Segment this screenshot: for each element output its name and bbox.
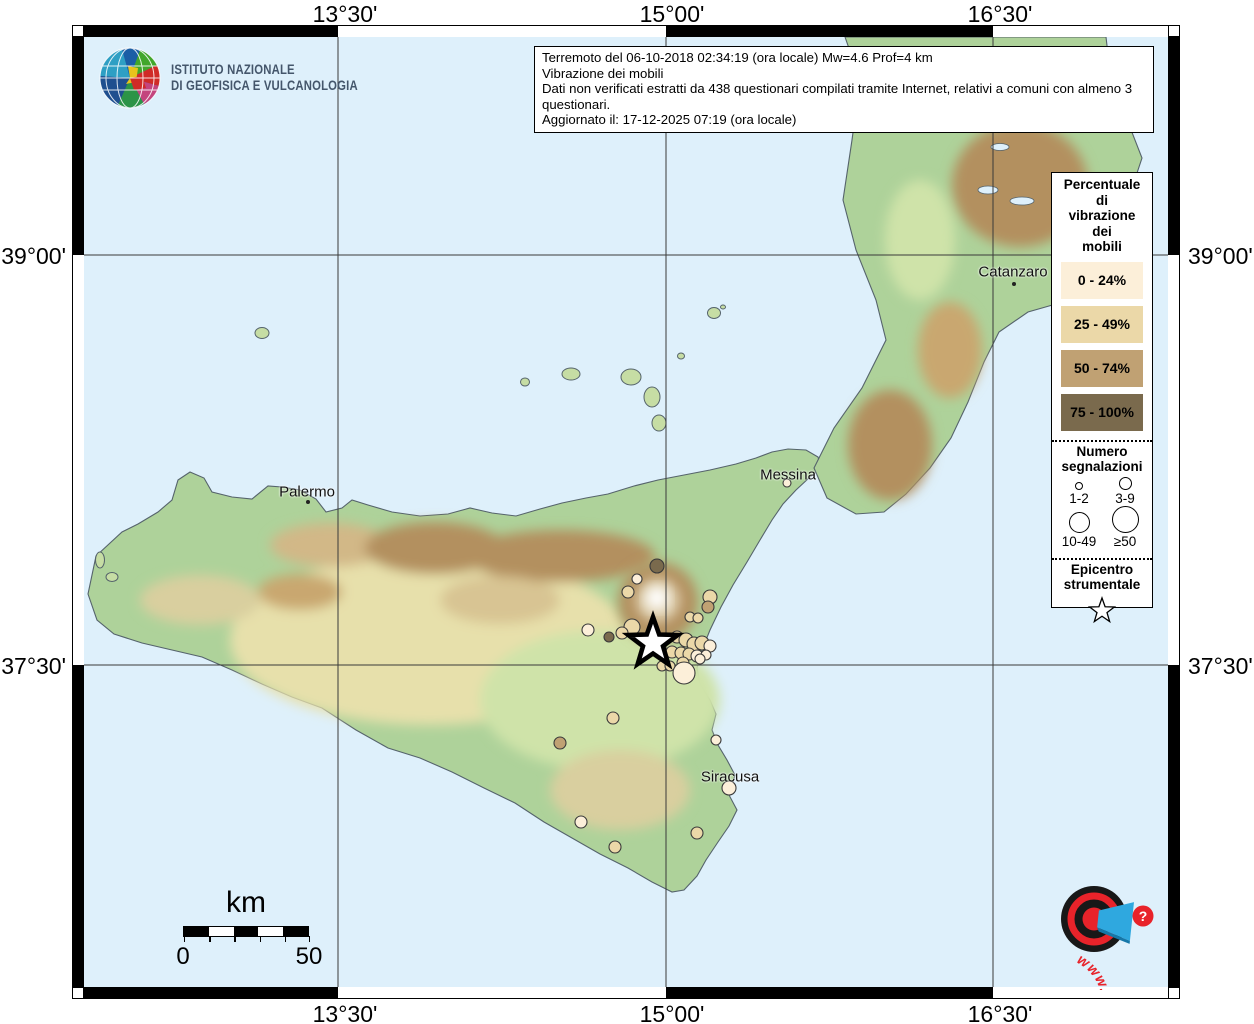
scale-segment [184, 927, 209, 936]
city-marker-catanzaro [1012, 282, 1016, 286]
city-label-messina: Messina [760, 466, 816, 484]
signal-size-circle [1075, 481, 1083, 490]
scale-segment [208, 927, 234, 936]
signal-size-circle [1111, 505, 1139, 533]
event-subtitle: Vibrazione dei mobili [542, 65, 664, 81]
scale-start: 0 [176, 943, 190, 970]
scale-segment [283, 927, 308, 936]
legend-vibration-title: Percentuale di vibrazione dei mobili [1063, 177, 1141, 254]
signal-size-circle [1118, 476, 1132, 490]
ingv-line1: ISTITUTO NAZIONALE [171, 62, 295, 77]
legend-signal-≥50: ≥50 [1102, 505, 1148, 549]
legend-class-c75: 75 - 100% [1061, 393, 1143, 431]
scale-bar-numbers: 0 50 [176, 943, 322, 970]
axis-label-left-3730: 37°30' [1, 653, 66, 679]
logo-question-mark: ? [1139, 908, 1148, 924]
scale-segment [258, 927, 284, 936]
legend-class-c50: 50 - 74% [1061, 349, 1143, 387]
signal-size-label: 10-49 [1061, 533, 1097, 549]
scale-end: 50 [295, 943, 323, 970]
axis-label-top-1500: 15°00' [639, 1, 705, 27]
event-note: Dati non verificati estratti da 438 ques… [542, 81, 1133, 112]
signal-size-circle [1068, 511, 1090, 533]
legend-epicenter-title: Epicentro strumentale [1063, 561, 1141, 593]
ingv-logo-text: ISTITUTO NAZIONALE DI GEOFISICA E VULCAN… [171, 62, 358, 94]
signal-size-label: ≥50 [1113, 533, 1137, 549]
frame-outline [72, 25, 1180, 999]
map-page: 13°30' 15°00' 16°30' 13°30' 15°00' 16°30… [0, 0, 1254, 1024]
scale-segment [233, 927, 259, 936]
scale-tick [259, 936, 261, 942]
axis-label-right-3900: 39°00' [1188, 243, 1253, 269]
legend-epicenter-star-icon [1089, 596, 1115, 622]
scale-tick [234, 936, 236, 942]
axis-label-left-3900: 39°00' [1, 243, 66, 269]
haisentitoilterremoto-logo: ? www.haisentitoilterremoto.it [1023, 886, 1154, 990]
scale-tick [184, 936, 186, 942]
event-info-box: Terremoto del 06-10-2018 02:34:19 (ora l… [534, 46, 1154, 133]
city-marker-palermo [306, 500, 310, 504]
legend-signals-title: Numero segnalazioni [1061, 443, 1143, 475]
scale-bar-unit: km [226, 886, 266, 919]
axis-label-top-1330: 13°30' [312, 1, 378, 27]
ingv-line2: DI GEOFISICA E VULCANOLOGIA [171, 78, 358, 93]
axis-label-bottom-1330: 13°30' [312, 1001, 378, 1024]
axis-label-right-3730: 37°30' [1188, 653, 1253, 679]
ingv-logo: ISTITUTO NAZIONALE DI GEOFISICA E VULCAN… [98, 46, 393, 110]
scale-tick [308, 936, 310, 942]
signal-size-label: 3-9 [1115, 490, 1135, 506]
scale-tick [209, 936, 211, 942]
scale-bar-segments [183, 926, 310, 942]
ingv-globe-icon [99, 47, 161, 109]
legend-color-classes: 0 - 24% 25 - 49% 50 - 74% 75 - 100% [1052, 261, 1152, 431]
scale-tick [284, 936, 287, 942]
legend-signal-3-9: 3-9 [1102, 476, 1148, 506]
logo-text-part: www. [1074, 952, 1113, 990]
signal-size-label: 1-2 [1069, 490, 1089, 506]
legend-class-c25: 25 - 49% [1061, 305, 1143, 343]
scale-bar: km 0 50 [176, 886, 322, 970]
legend-class-c0: 0 - 24% [1061, 261, 1143, 299]
event-updated: Aggiornato il: 17-12-2025 07:19 (ora loc… [542, 112, 797, 128]
axis-label-top-1630: 16°30' [967, 1, 1033, 27]
logo-circular-text: www.haisentitoilterremoto.it [1023, 952, 1114, 990]
axis-label-bottom-1630: 16°30' [967, 1001, 1033, 1024]
legend-signal-10-49: 10-49 [1056, 506, 1102, 549]
legend-signal-1-2: 1-2 [1056, 477, 1102, 506]
axis-label-bottom-1500: 15°00' [639, 1001, 705, 1024]
city-label-siracusa: Siracusa [700, 768, 760, 786]
legend-signal-sizes: 1-2 3-9 10-49 ≥50 [1052, 475, 1152, 549]
city-label-catanzaro: Catanzaro [978, 263, 1048, 281]
city-label-palermo: Palermo [279, 483, 335, 501]
legend-box: Percentuale di vibrazione dei mobili 0 -… [1051, 172, 1153, 622]
event-title: Terremoto del 06-10-2018 02:34:19 (ora l… [542, 50, 933, 65]
